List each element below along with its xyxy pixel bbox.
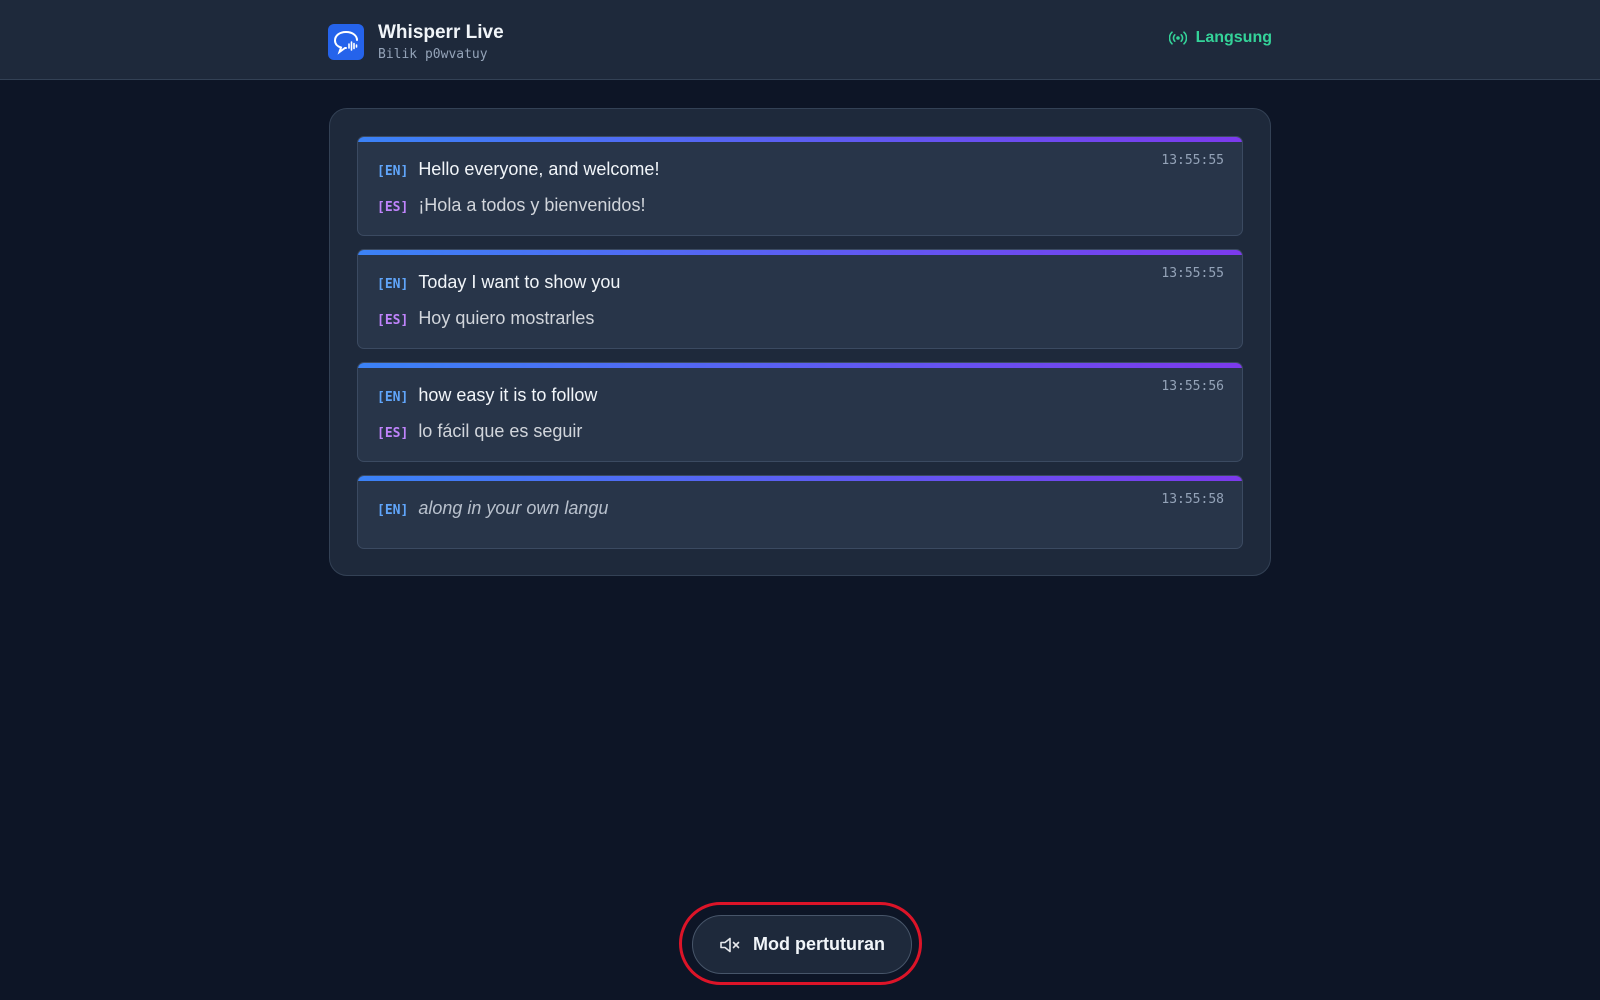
disturb-mode-highlight: Mod pertuturan: [679, 902, 922, 985]
live-status-label: Langsung: [1195, 29, 1272, 46]
top-bar: Whisperr Live Bilik p0wvatuy Langsung: [0, 0, 1600, 80]
translation-text: Hoy quiero mostrarles: [418, 308, 595, 328]
app-title: Whisperr Live: [378, 22, 504, 43]
lang-tag-en: [EN]: [377, 390, 409, 405]
speech-bubble-waveform-icon: [328, 24, 364, 60]
source-text: Today I want to show you: [418, 272, 621, 292]
lang-tag-en: [EN]: [377, 164, 409, 179]
translation-text: lo fácil que es seguir: [418, 421, 583, 441]
lang-tag-es: [ES]: [377, 426, 409, 441]
transcript-entry: 13:55:56 [EN] how easy it is to follow […: [357, 362, 1243, 462]
entry-translation-line: [ES] Hoy quiero mostrarles: [377, 308, 594, 329]
disturb-mode-button[interactable]: Mod pertuturan: [692, 915, 912, 974]
speaker-muted-icon: [720, 937, 740, 952]
entry-accent-bar: [358, 363, 1242, 368]
lang-tag-es: [ES]: [377, 313, 409, 328]
entry-accent-bar: [358, 476, 1242, 481]
entry-accent-bar: [358, 137, 1242, 142]
entry-source-line: [EN] along in your own langu: [377, 498, 608, 519]
entry-source-line: [EN] how easy it is to follow: [377, 385, 597, 406]
source-text-partial: along in your own langu: [418, 498, 609, 518]
brand: Whisperr Live Bilik p0wvatuy: [328, 22, 504, 62]
entry-translation-line: [ES] lo fácil que es seguir: [377, 421, 582, 442]
broadcast-icon: [1168, 31, 1187, 45]
source-text: Hello everyone, and welcome!: [418, 159, 660, 179]
source-text: how easy it is to follow: [418, 385, 598, 405]
room-name: Bilik p0wvatuy: [378, 47, 488, 62]
entry-source-line: [EN] Hello everyone, and welcome!: [377, 159, 659, 180]
transcript-entry-partial: 13:55:58 [EN] along in your own langu: [357, 475, 1243, 549]
lang-tag-es: [ES]: [377, 200, 409, 215]
transcript-panel[interactable]: 13:55:55 [EN] Hello everyone, and welcom…: [329, 108, 1271, 576]
entry-timestamp: 13:55:56: [1161, 379, 1224, 394]
entry-timestamp: 13:55:55: [1161, 266, 1224, 281]
brand-text: Whisperr Live Bilik p0wvatuy: [378, 22, 504, 62]
live-status: Langsung: [1168, 29, 1272, 47]
translation-text: ¡Hola a todos y bienvenidos!: [418, 195, 646, 215]
entry-source-line: [EN] Today I want to show you: [377, 272, 620, 293]
entry-timestamp: 13:55:58: [1161, 492, 1224, 507]
transcript-entry: 13:55:55 [EN] Hello everyone, and welcom…: [357, 136, 1243, 236]
entry-accent-bar: [358, 250, 1242, 255]
lang-tag-en: [EN]: [377, 503, 409, 518]
lang-tag-en: [EN]: [377, 277, 409, 292]
transcript-entry: 13:55:55 [EN] Today I want to show you […: [357, 249, 1243, 349]
disturb-mode-label: Mod pertuturan: [753, 934, 885, 954]
entry-translation-line: [ES] ¡Hola a todos y bienvenidos!: [377, 195, 645, 216]
entry-timestamp: 13:55:55: [1161, 153, 1224, 168]
